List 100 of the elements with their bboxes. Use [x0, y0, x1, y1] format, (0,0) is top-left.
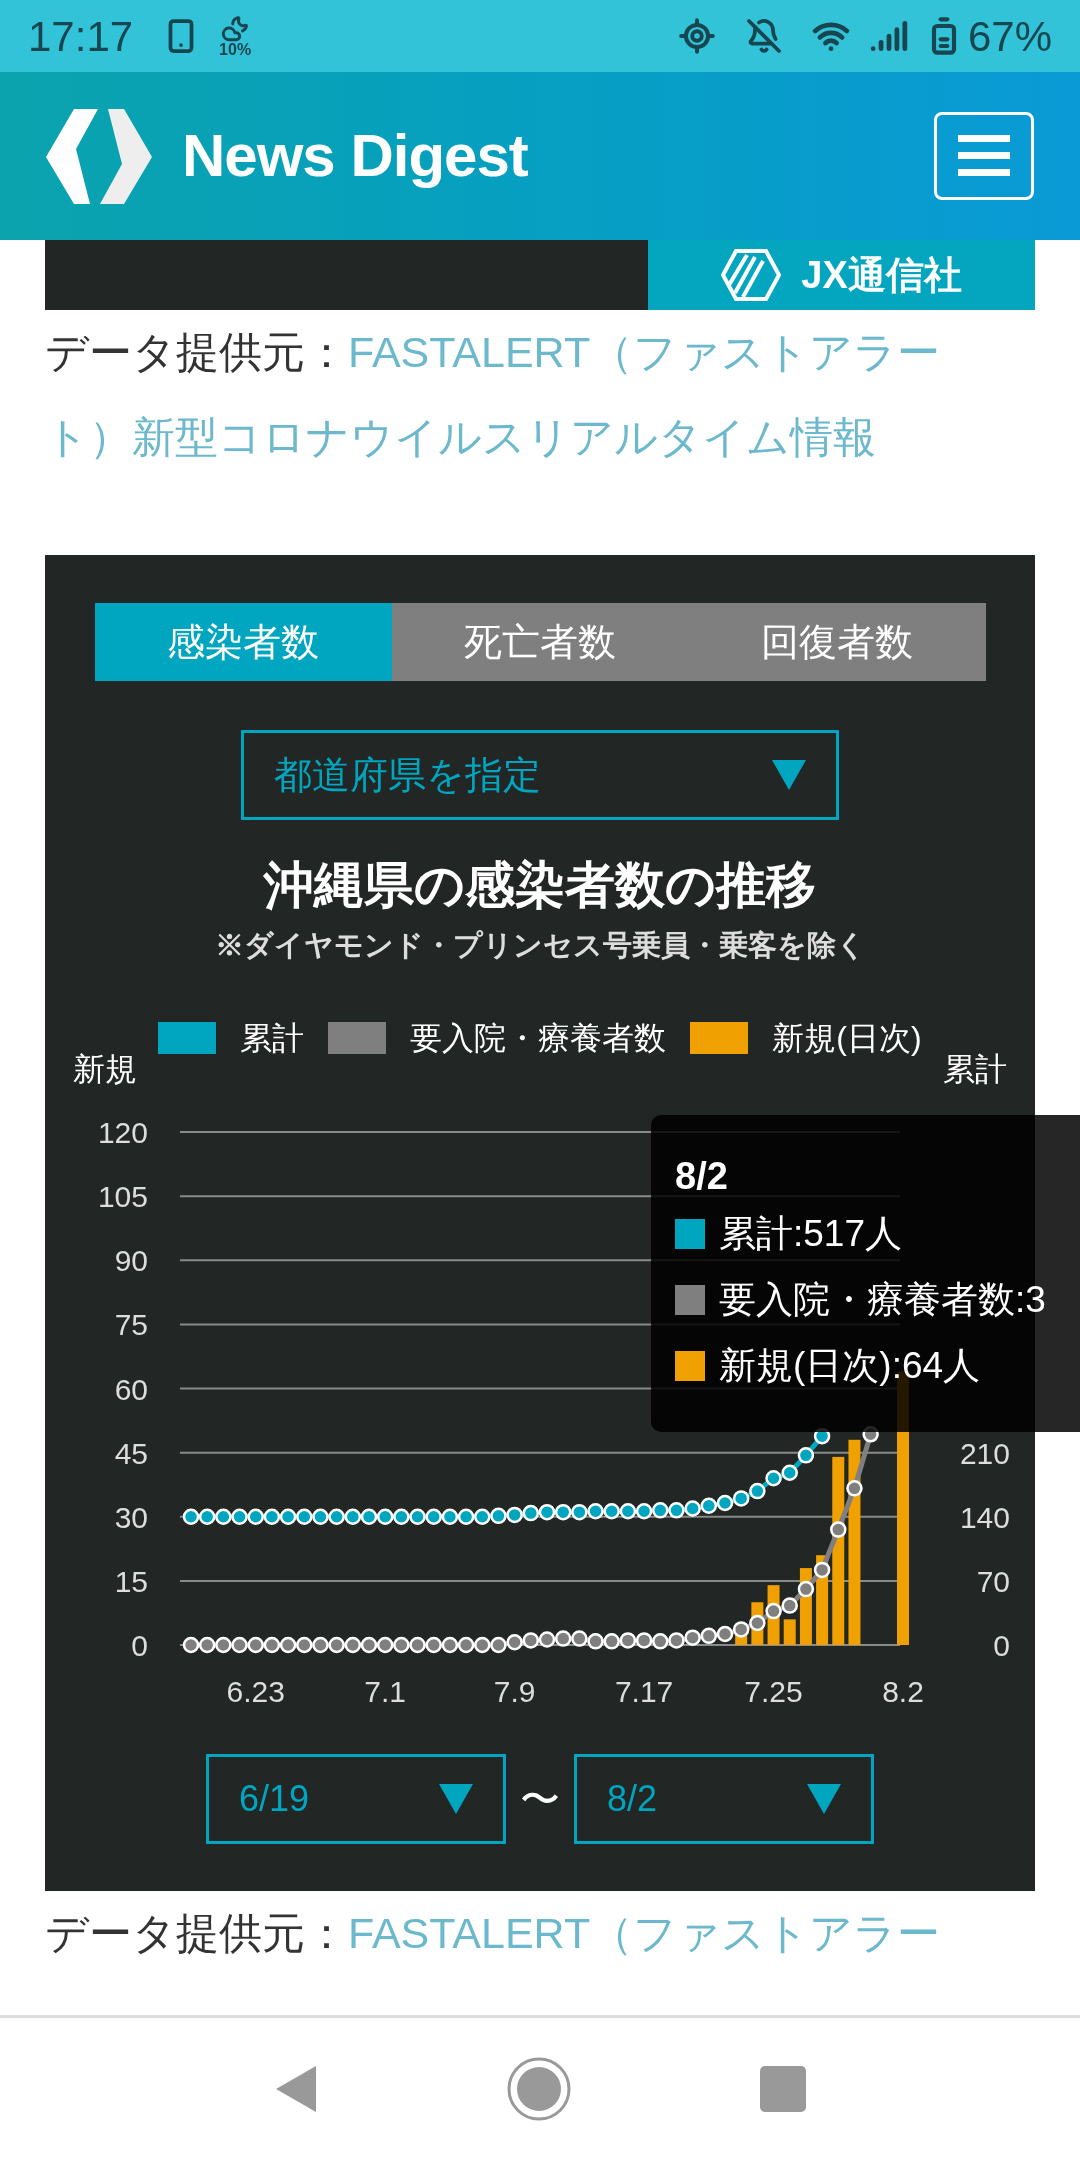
data-point [409, 1636, 426, 1654]
tab[interactable]: 回復者数 [688, 603, 986, 681]
source-link[interactable]: FASTALERT（ファストアラー [348, 320, 941, 385]
axis-tick-label: 90 [114, 1244, 148, 1278]
data-point [506, 1506, 523, 1524]
data-point [749, 1614, 766, 1632]
back-icon[interactable] [274, 2064, 318, 2114]
data-point [830, 1521, 847, 1538]
data-point [571, 1503, 588, 1521]
attribution-label: データ提供元： [45, 1908, 348, 1960]
battery-percent: 67% [967, 11, 1052, 62]
dropdown-triangle-icon [772, 760, 806, 790]
data-point [797, 1447, 815, 1464]
data-point [344, 1636, 362, 1654]
tab[interactable]: 死亡者数 [391, 603, 689, 681]
data-point [538, 1503, 556, 1521]
data-point [393, 1636, 410, 1654]
data-point [425, 1636, 442, 1654]
data-point [198, 1636, 216, 1654]
data-point [376, 1508, 394, 1525]
data-point [198, 1508, 216, 1525]
data-point [813, 1561, 831, 1579]
data-point [360, 1508, 378, 1525]
menu-button[interactable] [934, 112, 1034, 200]
data-point [732, 1621, 750, 1638]
data-point [474, 1508, 491, 1525]
data-point [360, 1636, 378, 1654]
data-point [441, 1636, 459, 1654]
bell-off-icon [745, 18, 782, 54]
chart-subtitle: ※ダイヤモンド・プリンセス号乗員・乗客を除く [214, 928, 866, 963]
data-point [765, 1470, 782, 1487]
axis-tick-label: 7.17 [614, 1675, 674, 1708]
data-point [490, 1507, 507, 1525]
start-date-select[interactable]: 6/19 [206, 1754, 506, 1844]
axis-title: 累計 [943, 1052, 1007, 1086]
dropdown-triangle-icon [439, 1784, 473, 1814]
data-point [263, 1508, 281, 1525]
data-point [554, 1503, 572, 1521]
axis-tick-label: 8.2 [882, 1675, 924, 1708]
axis-tick-label: 6.23 [226, 1675, 285, 1708]
menu-icon [958, 135, 1010, 177]
data-point [344, 1508, 362, 1525]
data-point [457, 1636, 475, 1654]
home-icon[interactable] [506, 2056, 572, 2122]
data-point [668, 1502, 685, 1519]
weather-percent: 10% [219, 42, 252, 58]
data-point [182, 1508, 200, 1525]
legend-label: 要入院・療養者数 [410, 1019, 667, 1058]
data-point [296, 1508, 313, 1525]
data-point [700, 1497, 718, 1514]
data-point [425, 1508, 442, 1525]
dropdown-triangle-icon [807, 1784, 841, 1814]
chart-title: 沖縄県の感染者数の推移 [264, 856, 816, 915]
data-point [376, 1636, 394, 1654]
data-point [409, 1508, 426, 1525]
data-point [684, 1500, 701, 1517]
data-point [716, 1494, 734, 1512]
data-point [635, 1503, 653, 1520]
data-point [279, 1508, 297, 1525]
prefecture-select[interactable]: 都道府県を指定 [241, 730, 839, 820]
axis-title: 新規 [73, 1052, 137, 1086]
data-point [652, 1502, 669, 1519]
end-date-select[interactable]: 8/2 [574, 1754, 874, 1844]
data-point [312, 1636, 329, 1654]
tab[interactable]: 感染者数 [94, 603, 392, 681]
axis-tick-label: 45 [114, 1436, 148, 1470]
source-link[interactable]: FASTALERT（ファストアラー [348, 1901, 941, 1966]
source-link[interactable]: ト）新型コロナウイルスリアルタイム情報 [45, 405, 876, 470]
tooltip-value: 要入院・療養者数:3 [719, 1278, 1046, 1323]
axis-tick-label: 7.25 [744, 1675, 803, 1708]
data-point [231, 1636, 248, 1654]
legend-label: 累計 [240, 1019, 305, 1058]
data-point [587, 1503, 604, 1520]
data-point [603, 1503, 620, 1520]
legend-label: 新規(日次) [772, 1019, 922, 1058]
data-point [312, 1508, 329, 1525]
data-point [247, 1636, 264, 1654]
data-point [215, 1508, 232, 1525]
data-point [247, 1508, 264, 1525]
weather-icon [221, 14, 250, 42]
data-point [716, 1625, 734, 1643]
data-point [263, 1636, 281, 1654]
logo-icon [46, 108, 152, 204]
axis-tick-label: 15 [114, 1564, 148, 1598]
data-point [328, 1508, 345, 1525]
axis-tick-label: 0 [131, 1629, 148, 1662]
axis-tick-label: 0 [993, 1629, 1010, 1662]
axis-tick-label: 105 [97, 1180, 148, 1214]
data-point [846, 1480, 863, 1497]
data-point [441, 1508, 459, 1525]
attribution-label: データ提供元： [45, 327, 348, 379]
data-point [619, 1503, 637, 1520]
data-point [732, 1490, 750, 1507]
axis-tick-label: 140 [959, 1500, 1010, 1534]
axis-tick-label: 210 [959, 1436, 1010, 1470]
data-point [215, 1636, 232, 1654]
data-point [279, 1636, 297, 1654]
axis-tick-label: 60 [114, 1372, 148, 1406]
data-point [474, 1636, 491, 1654]
data-point [490, 1636, 507, 1654]
